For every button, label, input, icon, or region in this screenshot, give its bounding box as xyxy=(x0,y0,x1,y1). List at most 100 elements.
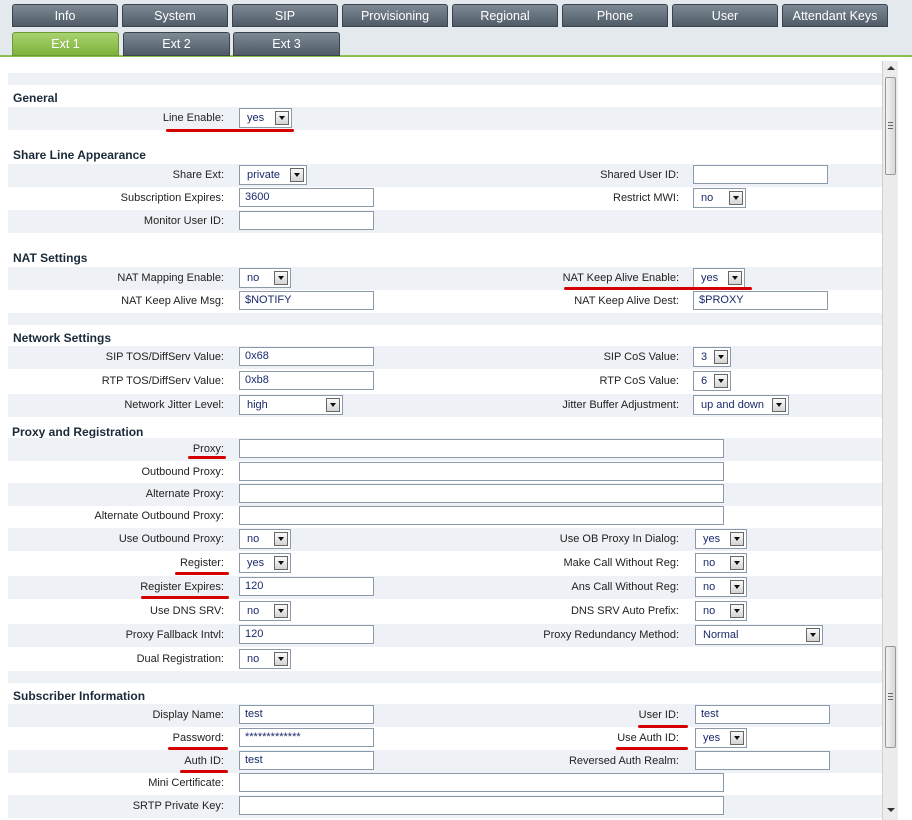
sip-cos-select[interactable]: 3 xyxy=(693,347,731,367)
alternate-proxy-input[interactable] xyxy=(239,484,724,503)
tab-sip[interactable]: SIP xyxy=(232,4,338,27)
mini-certificate-label: Mini Certificate: xyxy=(148,777,224,789)
highlight-mark xyxy=(180,770,228,773)
line-enable-select[interactable]: yes xyxy=(239,108,292,128)
tab-info[interactable]: Info xyxy=(12,4,118,27)
row-use-dns-srv: Use DNS SRV: no DNS SRV Auto Prefix: no xyxy=(8,600,882,623)
highlight-mark xyxy=(638,725,688,728)
spacer xyxy=(8,313,882,325)
row-subscription-expires: Subscription Expires: 3600 Restrict MWI:… xyxy=(8,187,882,210)
tab-attendant-keys[interactable]: Attendant Keys xyxy=(782,4,888,27)
make-call-without-reg-select[interactable]: no xyxy=(695,553,747,573)
tab-system[interactable]: System xyxy=(122,4,228,27)
row-nat-keep-alive-msg: NAT Keep Alive Msg: $NOTIFY NAT Keep Ali… xyxy=(8,290,882,313)
highlight-mark xyxy=(168,747,228,750)
make-call-without-reg-label: Make Call Without Reg: xyxy=(563,557,679,569)
restrict-mwi-select[interactable]: no xyxy=(693,188,746,208)
ans-call-without-reg-select[interactable]: no xyxy=(695,577,747,597)
tab-ext-3[interactable]: Ext 3 xyxy=(233,32,340,56)
tab-ext-2[interactable]: Ext 2 xyxy=(123,32,230,56)
section-title: General xyxy=(13,91,58,105)
jitter-buffer-label: Jitter Buffer Adjustment: xyxy=(562,399,679,411)
chevron-down-icon xyxy=(714,350,728,364)
chevron-down-icon xyxy=(274,652,288,666)
tab-phone[interactable]: Phone xyxy=(562,4,668,27)
use-ob-proxy-dialog-label: Use OB Proxy In Dialog: xyxy=(559,533,679,545)
highlight-mark xyxy=(188,456,226,459)
row-share-ext: Share Ext: private Shared User ID: xyxy=(8,164,882,187)
monitor-user-id-label: Monitor User ID: xyxy=(143,215,224,227)
scroll-up-icon[interactable] xyxy=(883,61,898,75)
highlight-mark xyxy=(166,129,294,132)
tab-user[interactable]: User xyxy=(672,4,778,27)
alt-outbound-proxy-label: Alternate Outbound Proxy: xyxy=(94,510,224,522)
proxy-redundancy-select[interactable]: Normal xyxy=(695,625,823,645)
row-dual-registration: Dual Registration: no xyxy=(8,648,882,671)
highlight-mark xyxy=(616,747,688,750)
tab-regional[interactable]: Regional xyxy=(452,4,558,27)
dns-srv-auto-prefix-select[interactable]: no xyxy=(695,601,747,621)
monitor-user-id-input[interactable] xyxy=(239,211,374,230)
row-password: Password: ************* Use Auth ID: yes xyxy=(8,727,882,750)
section-title: NAT Settings xyxy=(13,251,88,265)
section-nat: NAT Settings xyxy=(8,245,882,269)
settings-pane-bottom: Proxy and Registration Proxy: Outbound P… xyxy=(8,417,882,820)
shared-user-id-input[interactable] xyxy=(693,165,828,184)
scroll-thumb[interactable] xyxy=(885,646,896,748)
use-auth-id-label: Use Auth ID: xyxy=(617,732,679,744)
row-line-enable: Line Enable: yes xyxy=(8,107,882,130)
row-alternate-proxy: Alternate Proxy: xyxy=(8,483,882,506)
nat-keep-alive-enable-select[interactable]: yes xyxy=(693,268,745,288)
row-display-name: Display Name: test User ID: test xyxy=(8,704,882,727)
jitter-buffer-select[interactable]: up and down xyxy=(693,395,789,415)
row-mini-certificate: Mini Certificate: xyxy=(8,772,882,795)
section-general: General xyxy=(8,85,882,109)
chevron-down-icon xyxy=(729,191,743,205)
proxy-label: Proxy: xyxy=(192,443,224,455)
section-title: Proxy and Registration xyxy=(12,425,144,439)
tab-provisioning[interactable]: Provisioning xyxy=(342,4,448,27)
reversed-auth-realm-label: Reversed Auth Realm: xyxy=(568,755,679,767)
chevron-down-icon xyxy=(275,111,289,125)
tab-ext-1[interactable]: Ext 1 xyxy=(12,32,119,56)
highlight-mark xyxy=(141,596,229,599)
dual-registration-select[interactable]: no xyxy=(239,649,291,669)
use-ob-proxy-dialog-select[interactable]: yes xyxy=(695,529,747,549)
chevron-down-icon xyxy=(728,271,742,285)
section-title: Subscriber Information xyxy=(13,689,146,703)
nat-keep-alive-dest-label: NAT Keep Alive Dest: xyxy=(574,295,679,307)
row-auth-id: Auth ID: test Reversed Auth Realm: xyxy=(8,750,882,773)
rtp-cos-select[interactable]: 6 xyxy=(693,371,731,391)
section-title: Share Line Appearance xyxy=(13,148,146,162)
proxy-input[interactable] xyxy=(239,439,724,458)
alt-outbound-proxy-input[interactable] xyxy=(239,506,724,525)
chevron-down-icon xyxy=(730,556,744,570)
scrollbar-bottom[interactable] xyxy=(882,417,898,820)
grip-icon xyxy=(888,693,893,700)
user-id-input[interactable]: test xyxy=(695,705,830,724)
scroll-down-icon[interactable] xyxy=(883,803,898,817)
row-monitor-user-id: Monitor User ID: xyxy=(8,210,882,233)
srtp-private-key-input[interactable] xyxy=(239,796,724,815)
nat-keep-alive-dest-input[interactable]: $PROXY xyxy=(693,291,828,310)
use-auth-id-select[interactable]: yes xyxy=(695,728,747,748)
top-nav: Info System SIP Provisioning Regional Ph… xyxy=(0,0,912,28)
scroll-thumb[interactable] xyxy=(885,77,896,175)
row-register: Register: yes Make Call Without Reg: no xyxy=(8,552,882,575)
outbound-proxy-input[interactable] xyxy=(239,462,724,481)
highlight-mark xyxy=(564,287,752,290)
row-register-expires: Register Expires: 120 Ans Call Without R… xyxy=(8,576,882,599)
spacer xyxy=(8,671,882,683)
row-outbound-proxy: Outbound Proxy: xyxy=(8,461,882,484)
mini-certificate-input[interactable] xyxy=(239,773,724,792)
scrollbar-top[interactable] xyxy=(882,61,898,417)
row-jitter: Network Jitter Level: high Jitter Buffer… xyxy=(8,394,882,417)
srtp-private-key-label: SRTP Private Key: xyxy=(132,800,224,812)
dns-srv-auto-prefix-label: DNS SRV Auto Prefix: xyxy=(570,605,679,617)
proxy-redundancy-label: Proxy Redundancy Method: xyxy=(543,629,679,641)
dual-registration-label: Dual Registration: xyxy=(136,653,224,665)
sub-nav: Ext 1 Ext 2 Ext 3 xyxy=(0,28,912,57)
reversed-auth-realm-input[interactable] xyxy=(695,751,830,770)
chevron-down-icon xyxy=(730,604,744,618)
